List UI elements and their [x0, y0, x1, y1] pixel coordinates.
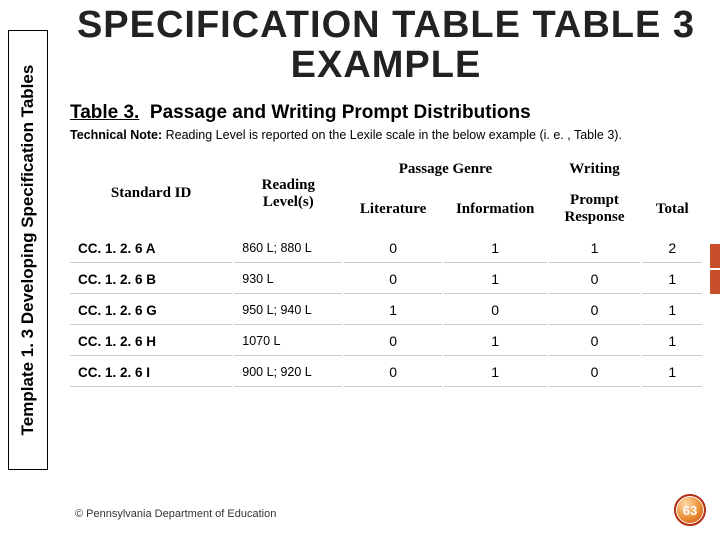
cell-literature: 0	[344, 234, 441, 263]
cell-information: 1	[444, 265, 547, 294]
cell-reading-level: 900 L; 920 L	[234, 358, 342, 387]
cell-literature: 1	[344, 296, 441, 325]
col-total: Total	[642, 186, 702, 232]
cell-standard-id: CC. 1. 2. 6 A	[70, 234, 232, 263]
cell-information: 1	[444, 234, 547, 263]
table-body: CC. 1. 2. 6 A 860 L; 880 L 0 1 1 2 CC. 1…	[70, 234, 702, 387]
col-prompt-response: Prompt Response	[549, 186, 641, 232]
cell-total: 1	[642, 265, 702, 294]
cell-prompt: 0	[549, 358, 641, 387]
table-row: CC. 1. 2. 6 I 900 L; 920 L 0 1 0 1	[70, 358, 702, 387]
cell-prompt: 0	[549, 296, 641, 325]
sidebar-label-container: Template 1. 3 Developing Specification T…	[8, 30, 48, 470]
sidebar-label: Template 1. 3 Developing Specification T…	[8, 30, 48, 470]
cell-reading-level: 860 L; 880 L	[234, 234, 342, 263]
decorative-edge-bars	[710, 244, 720, 296]
cell-prompt: 1	[549, 234, 641, 263]
col-information: Information	[444, 186, 547, 232]
cell-information: 1	[444, 358, 547, 387]
slide-title: SPECIFICATION TABLE TABLE 3 EXAMPLE	[62, 0, 710, 98]
table-row: CC. 1. 2. 6 B 930 L 0 1 0 1	[70, 265, 702, 294]
copyright-footer: © Pennsylvania Department of Education	[75, 508, 276, 520]
cell-total: 1	[642, 358, 702, 387]
cell-standard-id: CC. 1. 2. 6 H	[70, 327, 232, 356]
cell-reading-level: 930 L	[234, 265, 342, 294]
cell-reading-level: 1070 L	[234, 327, 342, 356]
specification-table: Standard ID Reading Level(s) Passage Gen…	[68, 153, 704, 389]
table-number: Table 3.	[70, 102, 139, 123]
technical-note: Technical Note: Reading Level is reporte…	[62, 126, 710, 154]
table-caption: Table 3. Passage and Writing Prompt Dist…	[62, 98, 710, 126]
cell-literature: 0	[344, 358, 441, 387]
cell-information: 0	[444, 296, 547, 325]
cell-standard-id: CC. 1. 2. 6 I	[70, 358, 232, 387]
cell-standard-id: CC. 1. 2. 6 B	[70, 265, 232, 294]
cell-reading-level: 950 L; 940 L	[234, 296, 342, 325]
page-number-badge: 63	[674, 494, 706, 526]
cell-information: 1	[444, 327, 547, 356]
main-content: SPECIFICATION TABLE TABLE 3 EXAMPLE Tabl…	[62, 0, 710, 389]
cell-prompt: 0	[549, 265, 641, 294]
col-literature: Literature	[344, 186, 441, 232]
cell-total: 1	[642, 327, 702, 356]
technical-note-lead: Technical Note:	[70, 128, 162, 142]
table-row: CC. 1. 2. 6 A 860 L; 880 L 0 1 1 2	[70, 234, 702, 263]
cell-prompt: 0	[549, 327, 641, 356]
col-group-blank	[642, 155, 702, 184]
cell-total: 2	[642, 234, 702, 263]
col-group-writing: Writing	[549, 155, 641, 184]
table-description: Passage and Writing Prompt Distributions	[150, 102, 531, 123]
table-row: CC. 1. 2. 6 G 950 L; 940 L 1 0 0 1	[70, 296, 702, 325]
col-group-passage-genre: Passage Genre	[344, 155, 546, 184]
col-reading-levels: Reading Level(s)	[234, 155, 342, 232]
cell-literature: 0	[344, 327, 441, 356]
cell-standard-id: CC. 1. 2. 6 G	[70, 296, 232, 325]
cell-total: 1	[642, 296, 702, 325]
col-standard-id: Standard ID	[70, 155, 232, 232]
technical-note-body: Reading Level is reported on the Lexile …	[162, 128, 622, 142]
table-row: CC. 1. 2. 6 H 1070 L 0 1 0 1	[70, 327, 702, 356]
cell-literature: 0	[344, 265, 441, 294]
